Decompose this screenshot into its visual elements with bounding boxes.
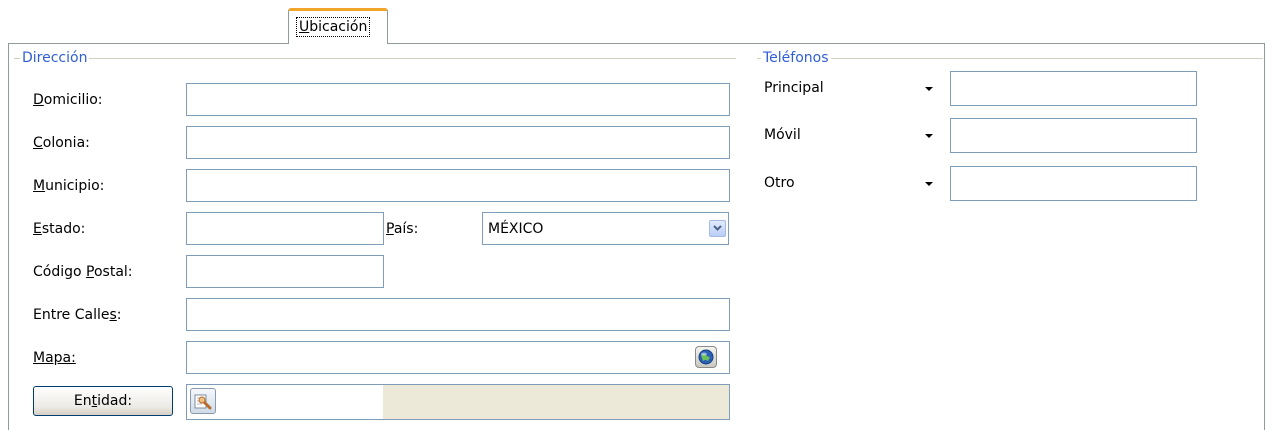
entre-calles-label: Entre Calles: bbox=[33, 307, 122, 323]
phone-otro-field[interactable] bbox=[950, 166, 1197, 201]
entidad-button[interactable]: Entidad: bbox=[33, 386, 173, 416]
caret-down-icon[interactable] bbox=[925, 87, 933, 91]
phone-movil-label: Móvil bbox=[764, 127, 801, 143]
telefonos-group-border bbox=[757, 58, 1263, 59]
phone-principal-field[interactable] bbox=[950, 71, 1197, 106]
caret-down-icon[interactable] bbox=[925, 182, 933, 186]
phone-otro-label: Otro bbox=[764, 175, 795, 191]
pais-selected-value: MÉXICO bbox=[488, 221, 544, 237]
entidad-description bbox=[383, 384, 730, 420]
domicilio-label: Domicilio: bbox=[33, 92, 103, 108]
colonia-label: Colonia: bbox=[33, 135, 90, 151]
entidad-field[interactable] bbox=[186, 384, 384, 420]
tab-ubicacion[interactable]: Ubicación bbox=[288, 8, 388, 44]
codigo-postal-field[interactable] bbox=[186, 255, 384, 288]
search-icon[interactable] bbox=[190, 388, 216, 414]
mapa-field[interactable] bbox=[186, 341, 730, 374]
colonia-field[interactable] bbox=[186, 126, 730, 159]
direccion-group-border bbox=[14, 58, 736, 59]
mapa-link[interactable]: Mapa: bbox=[33, 349, 76, 367]
municipio-field[interactable] bbox=[186, 169, 730, 202]
entre-calles-field[interactable] bbox=[186, 298, 730, 331]
phone-movil-field[interactable] bbox=[950, 118, 1197, 153]
telefonos-group-title: Teléfonos bbox=[761, 49, 831, 67]
codigo-postal-label: Código Postal: bbox=[33, 264, 133, 280]
pais-label: País: bbox=[386, 221, 419, 237]
phone-principal-label: Principal bbox=[764, 80, 824, 96]
estado-label: Estado: bbox=[33, 221, 86, 237]
globe-icon[interactable] bbox=[695, 346, 717, 368]
municipio-label: Municipio: bbox=[33, 178, 105, 194]
pais-select[interactable]: MÉXICO bbox=[482, 212, 729, 245]
direccion-group-title: Dirección bbox=[20, 49, 90, 67]
estado-field[interactable] bbox=[186, 212, 384, 245]
caret-down-icon[interactable] bbox=[925, 134, 933, 138]
domicilio-field[interactable] bbox=[186, 83, 730, 116]
chevron-down-icon[interactable] bbox=[709, 220, 726, 237]
tab-ubicacion-label: Ubicación bbox=[296, 17, 371, 37]
